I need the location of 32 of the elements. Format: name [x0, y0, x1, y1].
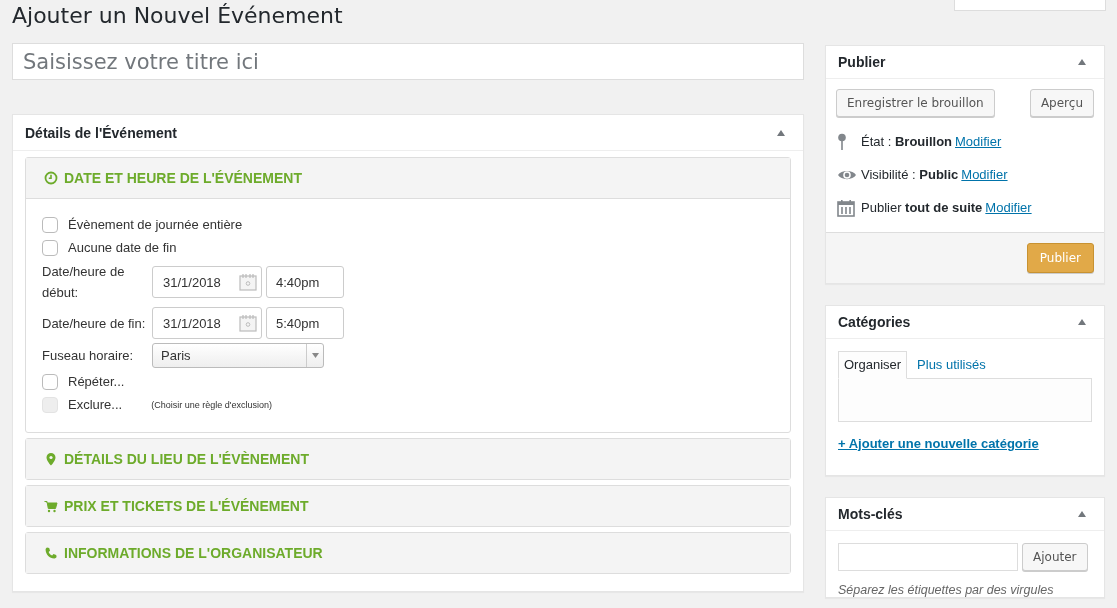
- field-label: Fuseau horaire:: [42, 347, 135, 365]
- box-title: Catégories: [838, 314, 911, 330]
- field-label: Date/heure de fin:: [42, 314, 147, 333]
- hint-text: Séparez les étiquettes par des virgules: [838, 583, 1055, 597]
- tab[interactable]: Plus utilisés: [911, 351, 992, 378]
- checkbox-label: Évènement de journée entière: [68, 217, 243, 232]
- page-title: Ajouter un Nouvel Événement: [12, 3, 344, 29]
- title-field[interactable]: Saisissez votre titre ici: [12, 43, 804, 80]
- save-draft-button[interactable]: Enregistrer le brouillon: [836, 89, 995, 117]
- checkbox-label: Aucune date de fin: [68, 240, 177, 255]
- checkbox-label: Exclure...: [68, 397, 123, 412]
- box-title: Mots-clés: [838, 506, 903, 522]
- date-field[interactable]: 31/1/2018: [152, 307, 262, 339]
- box-title: Publier: [838, 54, 886, 70]
- status-text: Publier tout de suite: [861, 200, 983, 215]
- status-text: Visibilité : Public: [861, 167, 959, 182]
- time-field[interactable]: 5:40pm: [266, 307, 344, 339]
- field-label: Date/heure de début:: [42, 263, 126, 302]
- add-tag-button[interactable]: Ajouter: [1022, 543, 1088, 571]
- timezone-dropdown[interactable]: Paris: [152, 343, 324, 368]
- preview-button[interactable]: Aperçu: [1029, 89, 1094, 117]
- add-category-link[interactable]: + Ajouter une nouvelle catégorie: [838, 436, 1039, 451]
- edit-link[interactable]: Modifier: [955, 134, 1002, 149]
- edit-link[interactable]: Modifier: [961, 167, 1008, 182]
- box-title: Détails de l'Événement: [25, 124, 177, 141]
- status-text: État : Brouillon: [861, 134, 952, 149]
- checkbox-label: Répéter...: [68, 374, 125, 389]
- time-field[interactable]: 4:40pm: [266, 266, 344, 298]
- date-field[interactable]: 31/1/2018: [152, 266, 262, 298]
- edit-link[interactable]: Modifier: [985, 200, 1032, 215]
- tab[interactable]: Organiser: [838, 351, 908, 379]
- hint-text: (Choisir une règle d'exclusion): [151, 399, 272, 410]
